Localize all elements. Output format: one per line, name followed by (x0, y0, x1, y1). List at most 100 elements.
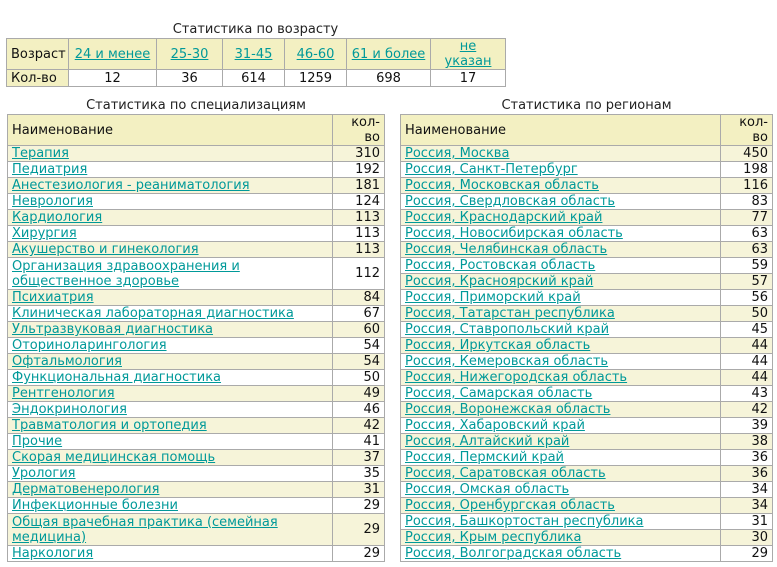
row-link[interactable]: Акушерство и гинекология (12, 242, 199, 257)
row-link[interactable]: Рентгенология (12, 386, 115, 401)
row-link[interactable]: Россия, Башкортостан республика (405, 514, 644, 529)
count-cell: 29 (332, 513, 385, 546)
table-row: Россия, Иркутская область 44 (400, 337, 773, 354)
age-group-link[interactable]: 46-60 (297, 47, 335, 62)
count-cell: 198 (720, 161, 773, 178)
table-row: Рентгенология 49 (7, 385, 385, 402)
row-link[interactable]: Россия, Санкт-Петербург (405, 162, 578, 177)
age-group-link[interactable]: 25-30 (171, 47, 209, 62)
row-link[interactable]: Россия, Воронежская область (405, 402, 610, 417)
name-cell: Общая врачебная практика (семейная медиц… (7, 513, 333, 546)
table-row: Россия, Хабаровский край 39 (400, 417, 773, 434)
row-link[interactable]: Анестезиология - реаниматология (12, 178, 250, 193)
age-group-link[interactable]: 24 и менее (75, 47, 151, 62)
row-link[interactable]: Россия, Оренбургская область (405, 498, 615, 513)
name-cell: Кардиология (7, 209, 333, 226)
row-link[interactable]: Клиническая лабораторная диагностика (12, 306, 294, 321)
row-link[interactable]: Россия, Пермский край (405, 450, 564, 465)
column-header-count: кол-во (720, 114, 773, 146)
age-header-row: Возраст 24 и менее 25-30 31-45 46-60 61 … (6, 38, 506, 70)
row-link[interactable]: Хирургия (12, 226, 77, 241)
row-link[interactable]: Неврология (12, 194, 93, 209)
row-link[interactable]: Россия, Красноярский край (405, 274, 593, 289)
table-row: Травматология и ортопедия 42 (7, 417, 385, 434)
count-cell: 63 (720, 225, 773, 242)
row-link[interactable]: Терапия (12, 146, 69, 161)
row-link[interactable]: Дерматовенерология (12, 482, 159, 497)
row-link[interactable]: Россия, Московская область (405, 178, 599, 193)
age-group-cell: 46-60 (284, 38, 347, 70)
table-row: Россия, Ставропольский край 45 (400, 321, 773, 338)
row-link[interactable]: Россия, Саратовская область (405, 466, 606, 481)
column-header-name: Наименование (400, 114, 721, 146)
row-link[interactable]: Россия, Иркутская область (405, 338, 590, 353)
table-row: Акушерство и гинекология 113 (7, 241, 385, 258)
name-cell: Прочие (7, 433, 333, 450)
count-cell: 44 (720, 353, 773, 370)
count-cell: 77 (720, 209, 773, 226)
name-cell: Эндокринология (7, 401, 333, 418)
region-stats-caption: Статистика по регионам (501, 98, 672, 113)
count-cell: 34 (720, 481, 773, 498)
row-link[interactable]: Россия, Самарская область (405, 386, 592, 401)
row-link[interactable]: Россия, Татарстан республика (405, 306, 615, 321)
row-link[interactable]: Кардиология (12, 210, 102, 225)
name-cell: Функциональная диагностика (7, 369, 333, 386)
count-cell: 42 (332, 417, 385, 434)
row-link[interactable]: Организация здравоохранения и общественн… (12, 259, 240, 289)
row-link[interactable]: Россия, Кемеровская область (405, 354, 608, 369)
name-cell: Акушерство и гинекология (7, 241, 333, 258)
row-link[interactable]: Наркология (12, 546, 93, 561)
row-link[interactable]: Прочие (12, 434, 62, 449)
name-cell: Россия, Приморский край (400, 289, 721, 306)
count-cell: 181 (332, 177, 385, 194)
row-link[interactable]: Ультразвуковая диагностика (12, 322, 213, 337)
table-row: Россия, Оренбургская область 34 (400, 497, 773, 514)
age-group-link[interactable]: не указан (445, 39, 492, 69)
row-link[interactable]: Общая врачебная практика (семейная медиц… (12, 515, 278, 545)
row-link[interactable]: Россия, Москва (405, 146, 509, 161)
age-stats-caption: Статистика по возрасту (172, 22, 339, 37)
row-link[interactable]: Травматология и ортопедия (12, 418, 207, 433)
row-link[interactable]: Россия, Волгоградская область (405, 546, 621, 561)
row-link[interactable]: Россия, Краснодарский край (405, 210, 602, 225)
row-link[interactable]: Россия, Ставропольский край (405, 322, 609, 337)
table-row: Неврология 124 (7, 193, 385, 210)
table-row: Функциональная диагностика 50 (7, 369, 385, 386)
row-link[interactable]: Россия, Крым республика (405, 530, 582, 545)
count-cell: 63 (720, 241, 773, 258)
name-cell: Наркология (7, 545, 333, 562)
row-link[interactable]: Урология (12, 466, 76, 481)
row-link[interactable]: Педиатрия (12, 162, 87, 177)
count-cell: 60 (332, 321, 385, 338)
row-link[interactable]: Россия, Новосибирская область (405, 226, 623, 241)
name-cell: Россия, Хабаровский край (400, 417, 721, 434)
row-link[interactable]: Россия, Хабаровский край (405, 418, 585, 433)
row-link[interactable]: Инфекционные болезни (12, 498, 178, 513)
row-link[interactable]: Оториноларингология (12, 338, 167, 353)
row-link[interactable]: Психиатрия (12, 290, 94, 305)
row-link[interactable]: Россия, Омская область (405, 482, 569, 497)
age-group-link[interactable]: 31-45 (235, 47, 273, 62)
row-link[interactable]: Россия, Ростовская область (405, 258, 595, 273)
table-header-row: Наименование кол-во (7, 114, 385, 146)
table-row: Россия, Нижегородская область 44 (400, 369, 773, 386)
table-row: Россия, Свердловская область 83 (400, 193, 773, 210)
age-group-link[interactable]: 61 и более (352, 47, 426, 62)
row-link[interactable]: Россия, Нижегородская область (405, 370, 627, 385)
row-link[interactable]: Эндокринология (12, 402, 127, 417)
row-link[interactable]: Россия, Челябинская область (405, 242, 607, 257)
row-link[interactable]: Скорая медицинская помощь (12, 450, 215, 465)
row-link[interactable]: Россия, Свердловская область (405, 194, 615, 209)
row-link[interactable]: Россия, Приморский край (405, 290, 581, 305)
age-count-cell: 1259 (284, 69, 347, 87)
table-row: Россия, Омская область 34 (400, 481, 773, 498)
count-cell: 37 (332, 449, 385, 466)
name-cell: Россия, Новосибирская область (400, 225, 721, 242)
name-cell: Россия, Московская область (400, 177, 721, 194)
row-link[interactable]: Функциональная диагностика (12, 370, 221, 385)
table-row: Офтальмология 54 (7, 353, 385, 370)
row-link[interactable]: Офтальмология (12, 354, 122, 369)
row-link[interactable]: Россия, Алтайский край (405, 434, 569, 449)
count-cell: 42 (720, 401, 773, 418)
